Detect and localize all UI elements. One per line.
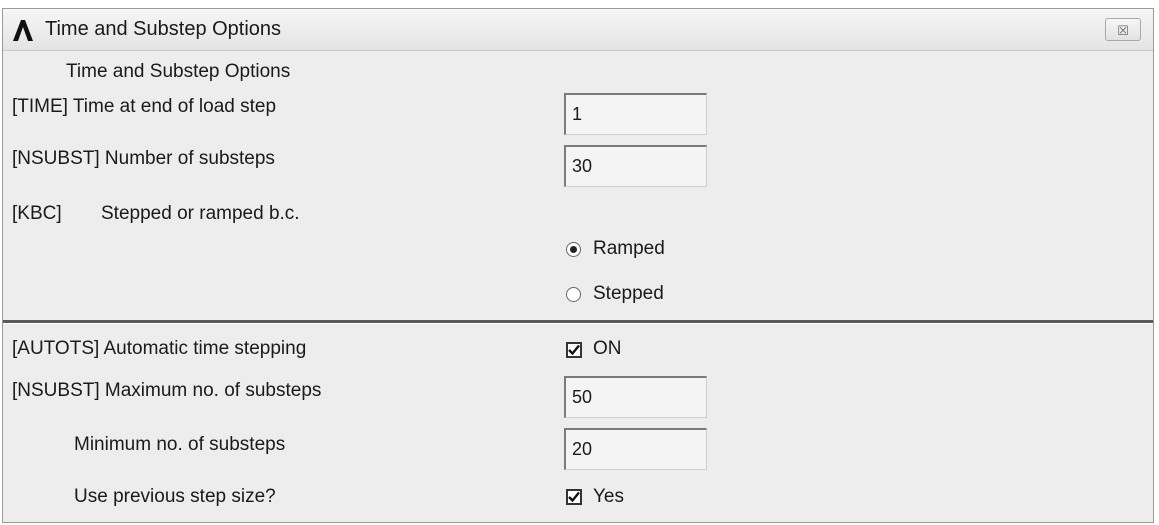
radio-selected-dot bbox=[570, 246, 577, 253]
time-label: [TIME] Time at end of load step bbox=[12, 96, 277, 117]
checkmark-icon bbox=[568, 344, 580, 356]
ramped-radio[interactable] bbox=[566, 242, 581, 257]
ansys-logo-icon bbox=[13, 20, 33, 41]
prev-step-label: Use previous step size? bbox=[74, 486, 276, 507]
section-heading: Time and Substep Options bbox=[66, 61, 291, 82]
min-substeps-input[interactable] bbox=[564, 428, 707, 470]
autots-on-label[interactable]: ON bbox=[593, 337, 622, 361]
kbc-description: Stepped or ramped b.c. bbox=[101, 203, 300, 224]
stepped-label[interactable]: Stepped bbox=[593, 282, 664, 306]
stepped-radio[interactable] bbox=[566, 287, 581, 302]
min-substeps-label: Minimum no. of substeps bbox=[74, 434, 286, 455]
nsubst-label: [NSUBST] Number of substeps bbox=[12, 148, 275, 169]
section-divider bbox=[3, 320, 1153, 324]
autots-label: [AUTOTS] Automatic time stepping bbox=[12, 338, 307, 359]
kbc-label: [KBC] bbox=[12, 203, 62, 224]
window-title: Time and Substep Options bbox=[45, 18, 282, 40]
title-bar: Time and Substep Options ☒ bbox=[3, 9, 1153, 51]
dialog-window: Time and Substep Options ☒ Time and Subs… bbox=[2, 8, 1154, 523]
time-input[interactable] bbox=[564, 93, 707, 135]
prev-step-yes-label[interactable]: Yes bbox=[593, 485, 624, 509]
max-substeps-label: [NSUBST] Maximum no. of substeps bbox=[12, 380, 322, 401]
close-button[interactable]: ☒ bbox=[1105, 18, 1141, 41]
autots-checkbox[interactable] bbox=[566, 342, 582, 358]
ramped-label[interactable]: Ramped bbox=[593, 237, 665, 261]
nsubst-input[interactable] bbox=[564, 145, 707, 187]
max-substeps-input[interactable] bbox=[564, 376, 707, 418]
checkmark-icon bbox=[568, 491, 580, 503]
prev-step-checkbox[interactable] bbox=[566, 489, 582, 505]
